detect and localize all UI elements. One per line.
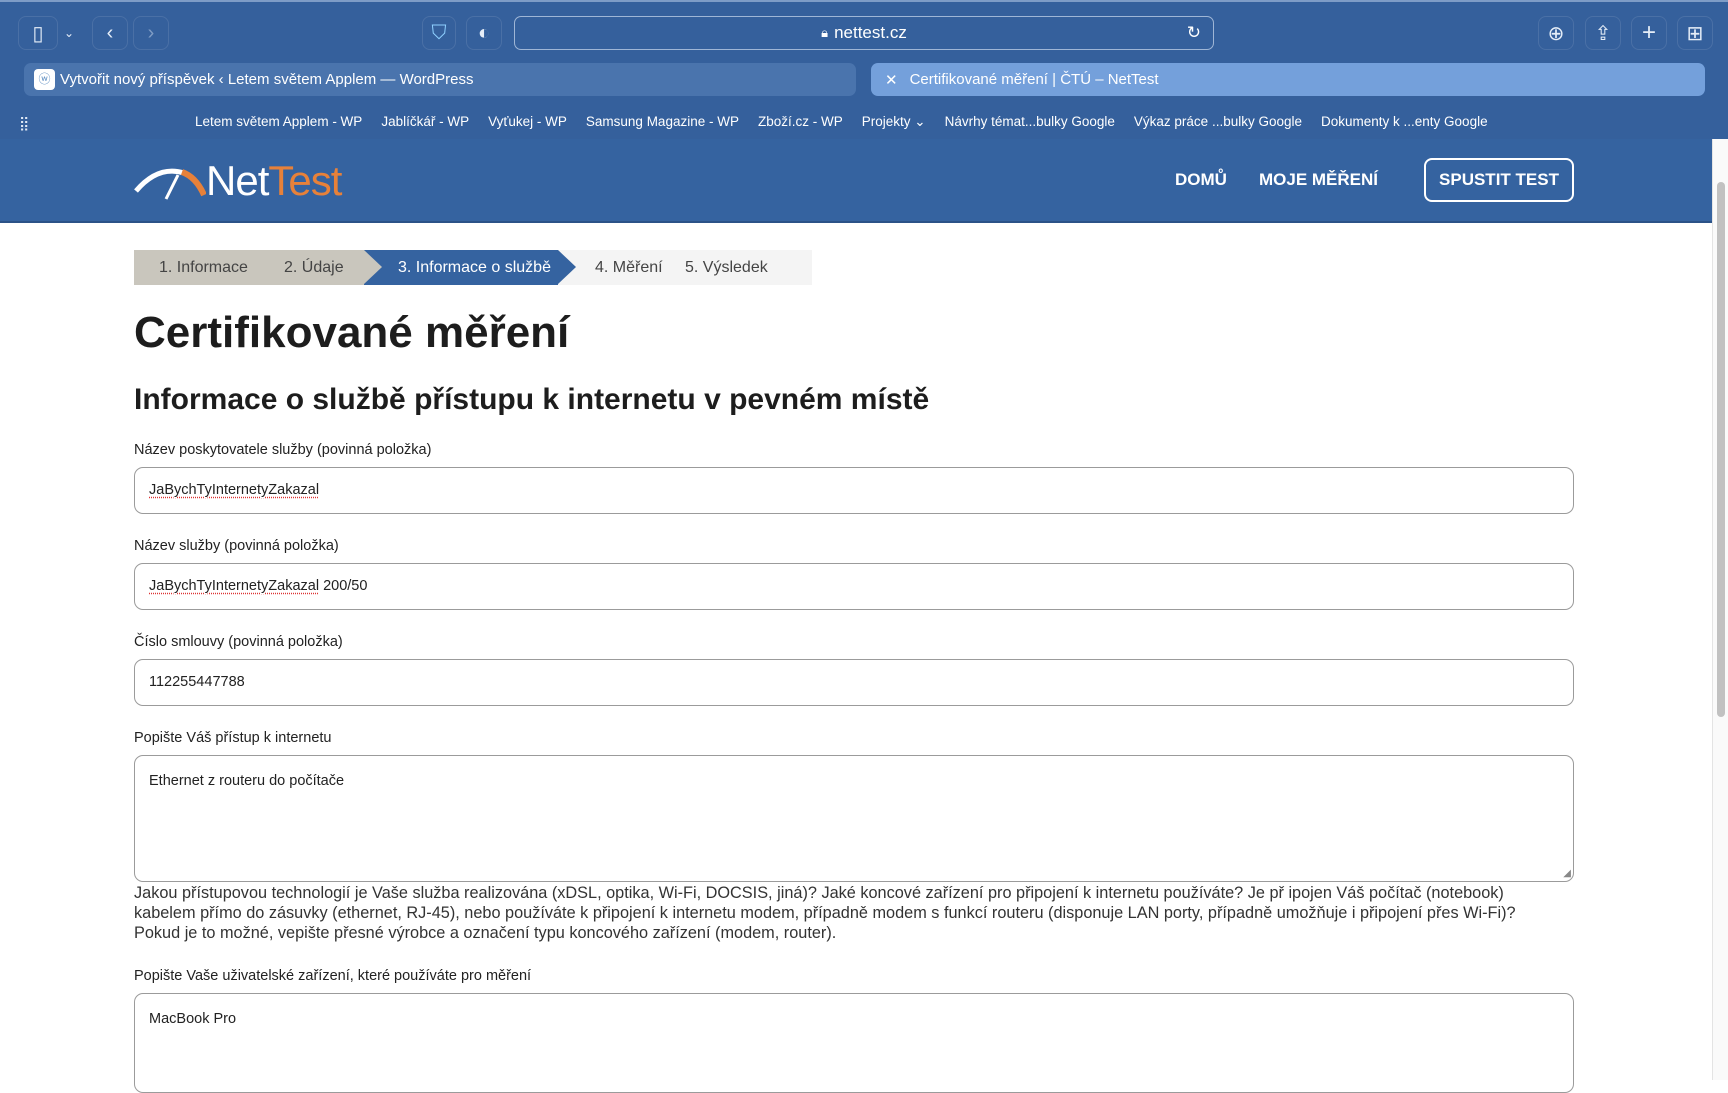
step-2: 2. Údaje <box>269 250 364 285</box>
bookmark[interactable]: Vyťukej - WP <box>488 114 567 134</box>
logo-text-test: Test <box>268 157 342 204</box>
service-label: Název služby (povinná položka) <box>134 538 339 554</box>
back-button[interactable]: ‹ <box>92 16 128 50</box>
downloads-icon[interactable]: ⊕ <box>1538 16 1574 50</box>
step-label: 3. Informace o službě <box>398 258 551 276</box>
access-textarea[interactable]: Ethernet z routeru do počítače ◢ <box>134 755 1574 882</box>
bookmark[interactable]: Výkaz práce ...bulky Google <box>1134 114 1302 134</box>
step-1: 1. Informace <box>134 250 269 285</box>
forward-button[interactable]: › <box>133 16 169 50</box>
nettest-logo[interactable]: Net Test <box>134 157 342 205</box>
address-bar[interactable]: 🔒︎ nettest.cz ↻ <box>514 16 1214 50</box>
apps-grid-icon[interactable]: ⣿ <box>19 115 29 132</box>
new-tab-icon[interactable]: + <box>1631 16 1667 50</box>
provider-input[interactable]: JaBychTyInternetyZakazal <box>134 467 1574 514</box>
privacy-shield-icon[interactable]: ◐ <box>466 16 502 50</box>
tab-nettest[interactable]: ✕ Certifikované měření | ČTÚ – NetTest <box>871 63 1705 96</box>
textarea-value: Ethernet z routeru do počítače <box>149 773 345 789</box>
close-tab-icon[interactable]: ✕ <box>885 71 898 89</box>
section-title: Informace o službě přístupu k internetu … <box>134 383 930 416</box>
nav-home[interactable]: DOMŮ <box>1175 170 1227 190</box>
help-line: kabelem přímo do zásuvky (ethernet, RJ-4… <box>134 904 1516 922</box>
input-value: JaBychTyInternetyZakazal <box>149 482 320 498</box>
bookmark[interactable]: Samsung Magazine - WP <box>586 114 739 134</box>
service-input[interactable]: JaBychTyInternetyZakazal 200/50 <box>134 563 1574 610</box>
contract-label: Číslo smlouvy (povinná položka) <box>134 634 343 650</box>
scrollbar[interactable] <box>1712 139 1728 1080</box>
bookmark-folder[interactable]: Projekty ⌄ <box>862 114 926 134</box>
bookmark[interactable]: Návrhy témat...bulky Google <box>945 114 1115 134</box>
textarea-value: MacBook Pro <box>149 1011 237 1027</box>
tab-wordpress[interactable]: ⓦ Vytvořit nový příspěvek ‹ Letem světem … <box>24 63 856 96</box>
resize-handle-icon[interactable]: ◢ <box>1563 868 1571 879</box>
input-value-suffix: 200/50 <box>319 578 368 594</box>
step-4: 4. Měření <box>595 258 663 276</box>
sidebar-toggle-icon[interactable]: ▯ <box>18 16 58 50</box>
nav-my-measurements[interactable]: MOJE MĚŘENÍ <box>1259 170 1378 190</box>
step-3-active: 3. Informace o službě <box>364 250 576 285</box>
lock-icon: 🔒︎ <box>821 25 829 40</box>
access-label: Popište Váš přístup k internetu <box>134 730 332 746</box>
logo-text-net: Net <box>206 157 269 204</box>
bookmark[interactable]: Jablíčkář - WP <box>381 114 469 134</box>
tab-overview-icon[interactable]: ⊞ <box>1677 16 1713 50</box>
speedometer-logo-icon <box>134 168 206 200</box>
input-value: JaBychTyInternetyZakazal <box>149 578 320 594</box>
help-line: Jakou přístupovou technologií je Vaše sl… <box>134 884 1504 902</box>
input-value: 112255447788 <box>149 674 245 690</box>
tab-title: Certifikované měření | ČTÚ – NetTest <box>909 71 1159 88</box>
chevron-down-icon[interactable]: ⌄ <box>60 16 78 50</box>
step-5: 5. Výsledek <box>685 258 768 276</box>
access-help-text: Jakou přístupovou technologií je Vaše sl… <box>134 883 1516 943</box>
device-textarea[interactable]: MacBook Pro <box>134 993 1574 1093</box>
url-text: nettest.cz <box>834 23 907 42</box>
progress-steps: 1. Informace 2. Údaje 3. Informace o slu… <box>134 250 812 285</box>
page-title: Certifikované měření <box>134 308 570 357</box>
bitwarden-shield-icon[interactable]: ⛉ <box>422 16 456 50</box>
wordpress-favicon-icon: ⓦ <box>34 69 55 90</box>
share-icon[interactable]: ⇪ <box>1585 16 1621 50</box>
site-header: Net Test DOMŮ MOJE MĚŘENÍ SPUSTIT TEST <box>0 139 1712 223</box>
bookmarks-bar: Letem světem Applem - WP Jablíčkář - WP … <box>195 114 1488 134</box>
device-label: Popište Vaše uživatelské zařízení, které… <box>134 968 532 984</box>
browser-toolbar: ▯ ⌄ ‹ › ⛉ ◐ 🔒︎ nettest.cz ↻ ⊕ ⇪ + ⊞ ⓦ Vytvo… <box>0 0 1728 140</box>
reload-icon[interactable]: ↻ <box>1187 23 1201 43</box>
bookmark[interactable]: Letem světem Applem - WP <box>195 114 362 134</box>
contract-input[interactable]: 112255447788 <box>134 659 1574 706</box>
run-test-button[interactable]: SPUSTIT TEST <box>1424 158 1574 202</box>
tab-title: Vytvořit nový příspěvek ‹ Letem světem A… <box>60 71 474 88</box>
scrollbar-thumb[interactable] <box>1717 182 1725 717</box>
bookmark[interactable]: Zboží.cz - WP <box>758 114 843 134</box>
provider-label: Název poskytovatele služby (povinná polo… <box>134 442 432 458</box>
bookmark[interactable]: Dokumenty k ...enty Google <box>1321 114 1488 134</box>
help-line: Pokud je to možné, vepište přesné výrobc… <box>134 924 837 942</box>
